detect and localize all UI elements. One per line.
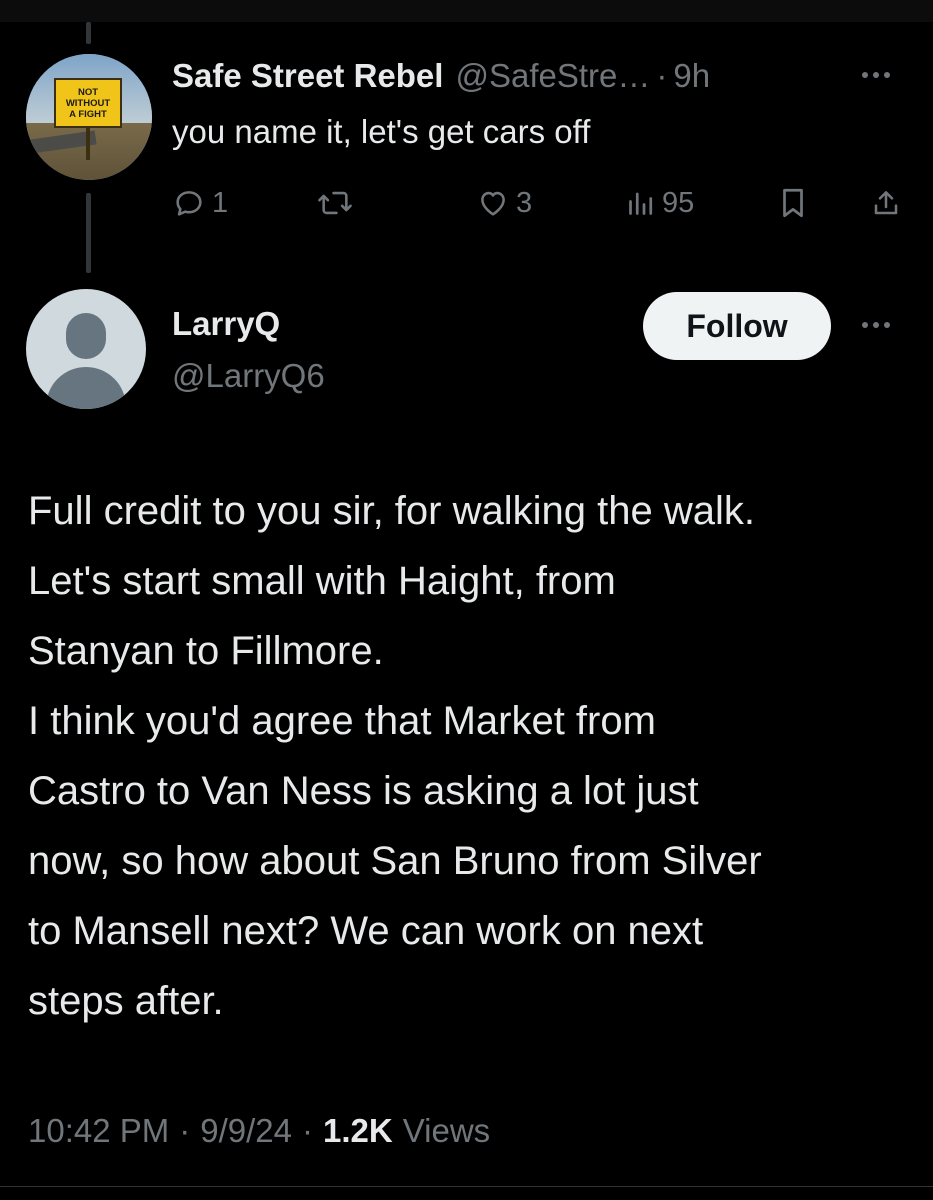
tweet-text: you name it, let's get cars off — [172, 113, 591, 150]
divider — [0, 1186, 933, 1187]
tweet-text-line: I think you'd agree that Market from — [28, 699, 656, 743]
tweet-text-line: Stanyan to Fillmore. — [28, 629, 384, 673]
tweet-date[interactable]: 9/9/24 — [200, 1112, 292, 1150]
tweet-meta: 10:42 PM · 9/9/24 · 1.2K Views — [28, 1108, 490, 1154]
views-icon — [629, 192, 653, 215]
tweet-text-line: steps after. — [28, 979, 224, 1023]
display-name[interactable]: Safe Street Rebel — [172, 56, 443, 96]
avatar[interactable] — [26, 289, 146, 409]
user-handle[interactable]: @SafeStre… — [455, 56, 650, 96]
avatar-sign: NOT WITHOUT A FIGHT — [54, 78, 122, 128]
bookmark-icon — [783, 188, 803, 218]
reply-icon — [176, 191, 202, 216]
avatar-sign-line: WITHOUT — [65, 97, 111, 109]
tweet-text-line: now, so how about San Bruno from Silver — [28, 839, 762, 883]
display-name[interactable]: LarryQ — [172, 304, 280, 344]
follow-button[interactable]: Follow — [643, 292, 831, 360]
tweet-text-line: to Mansell next? We can work on next — [28, 909, 704, 953]
tweet-header: Safe Street Rebel @SafeStre… · 9h — [172, 56, 710, 96]
more-icon[interactable] — [862, 72, 890, 78]
views-button[interactable]: 95 — [626, 180, 694, 226]
thread-connector-line — [86, 22, 91, 44]
separator-dot: · — [179, 1112, 191, 1149]
separator-dot: · — [302, 1112, 313, 1149]
top-strip — [0, 0, 933, 22]
separator-dot: · — [656, 57, 668, 94]
avatar[interactable]: NOT WITHOUT A FIGHT — [26, 54, 152, 180]
tweet-detail-screen: NOT WITHOUT A FIGHT Safe Street Rebel @S… — [0, 0, 933, 1200]
tweet-time[interactable]: 9h — [673, 56, 710, 96]
like-count: 3 — [516, 186, 533, 219]
tweet-text: Full credit to you sir, for walking the … — [28, 476, 918, 1036]
user-handle[interactable]: @LarryQ6 — [172, 356, 325, 396]
retweet-icon — [318, 191, 352, 215]
like-button[interactable]: 3 — [476, 180, 532, 226]
views-label: Views — [402, 1112, 491, 1149]
tweet-time[interactable]: 10:42 PM — [28, 1112, 169, 1150]
reply-button[interactable]: 1 — [172, 180, 228, 226]
tweet-text-line: Castro to Van Ness is asking a lot just — [28, 769, 699, 813]
bookmark-button[interactable] — [778, 180, 808, 226]
avatar-sign-post — [86, 126, 90, 160]
avatar-sign-line: NOT — [77, 86, 99, 98]
more-icon[interactable] — [862, 322, 890, 328]
reply-count: 1 — [212, 186, 229, 219]
avatar-sign-line: A FIGHT — [69, 108, 107, 120]
tweet-actions-bar: 1 3 95 — [0, 180, 933, 226]
share-button[interactable] — [870, 180, 902, 226]
default-avatar-body — [46, 367, 126, 409]
default-avatar-head — [66, 313, 106, 359]
tweet-text-line: Let's start small with Haight, from — [28, 559, 616, 603]
share-icon — [874, 191, 898, 215]
retweet-button[interactable] — [316, 180, 360, 226]
tweet-text-line: Full credit to you sir, for walking the … — [28, 489, 755, 533]
views-count: 1.2K — [323, 1112, 393, 1149]
like-icon — [481, 191, 505, 216]
views-count: 95 — [662, 186, 695, 219]
